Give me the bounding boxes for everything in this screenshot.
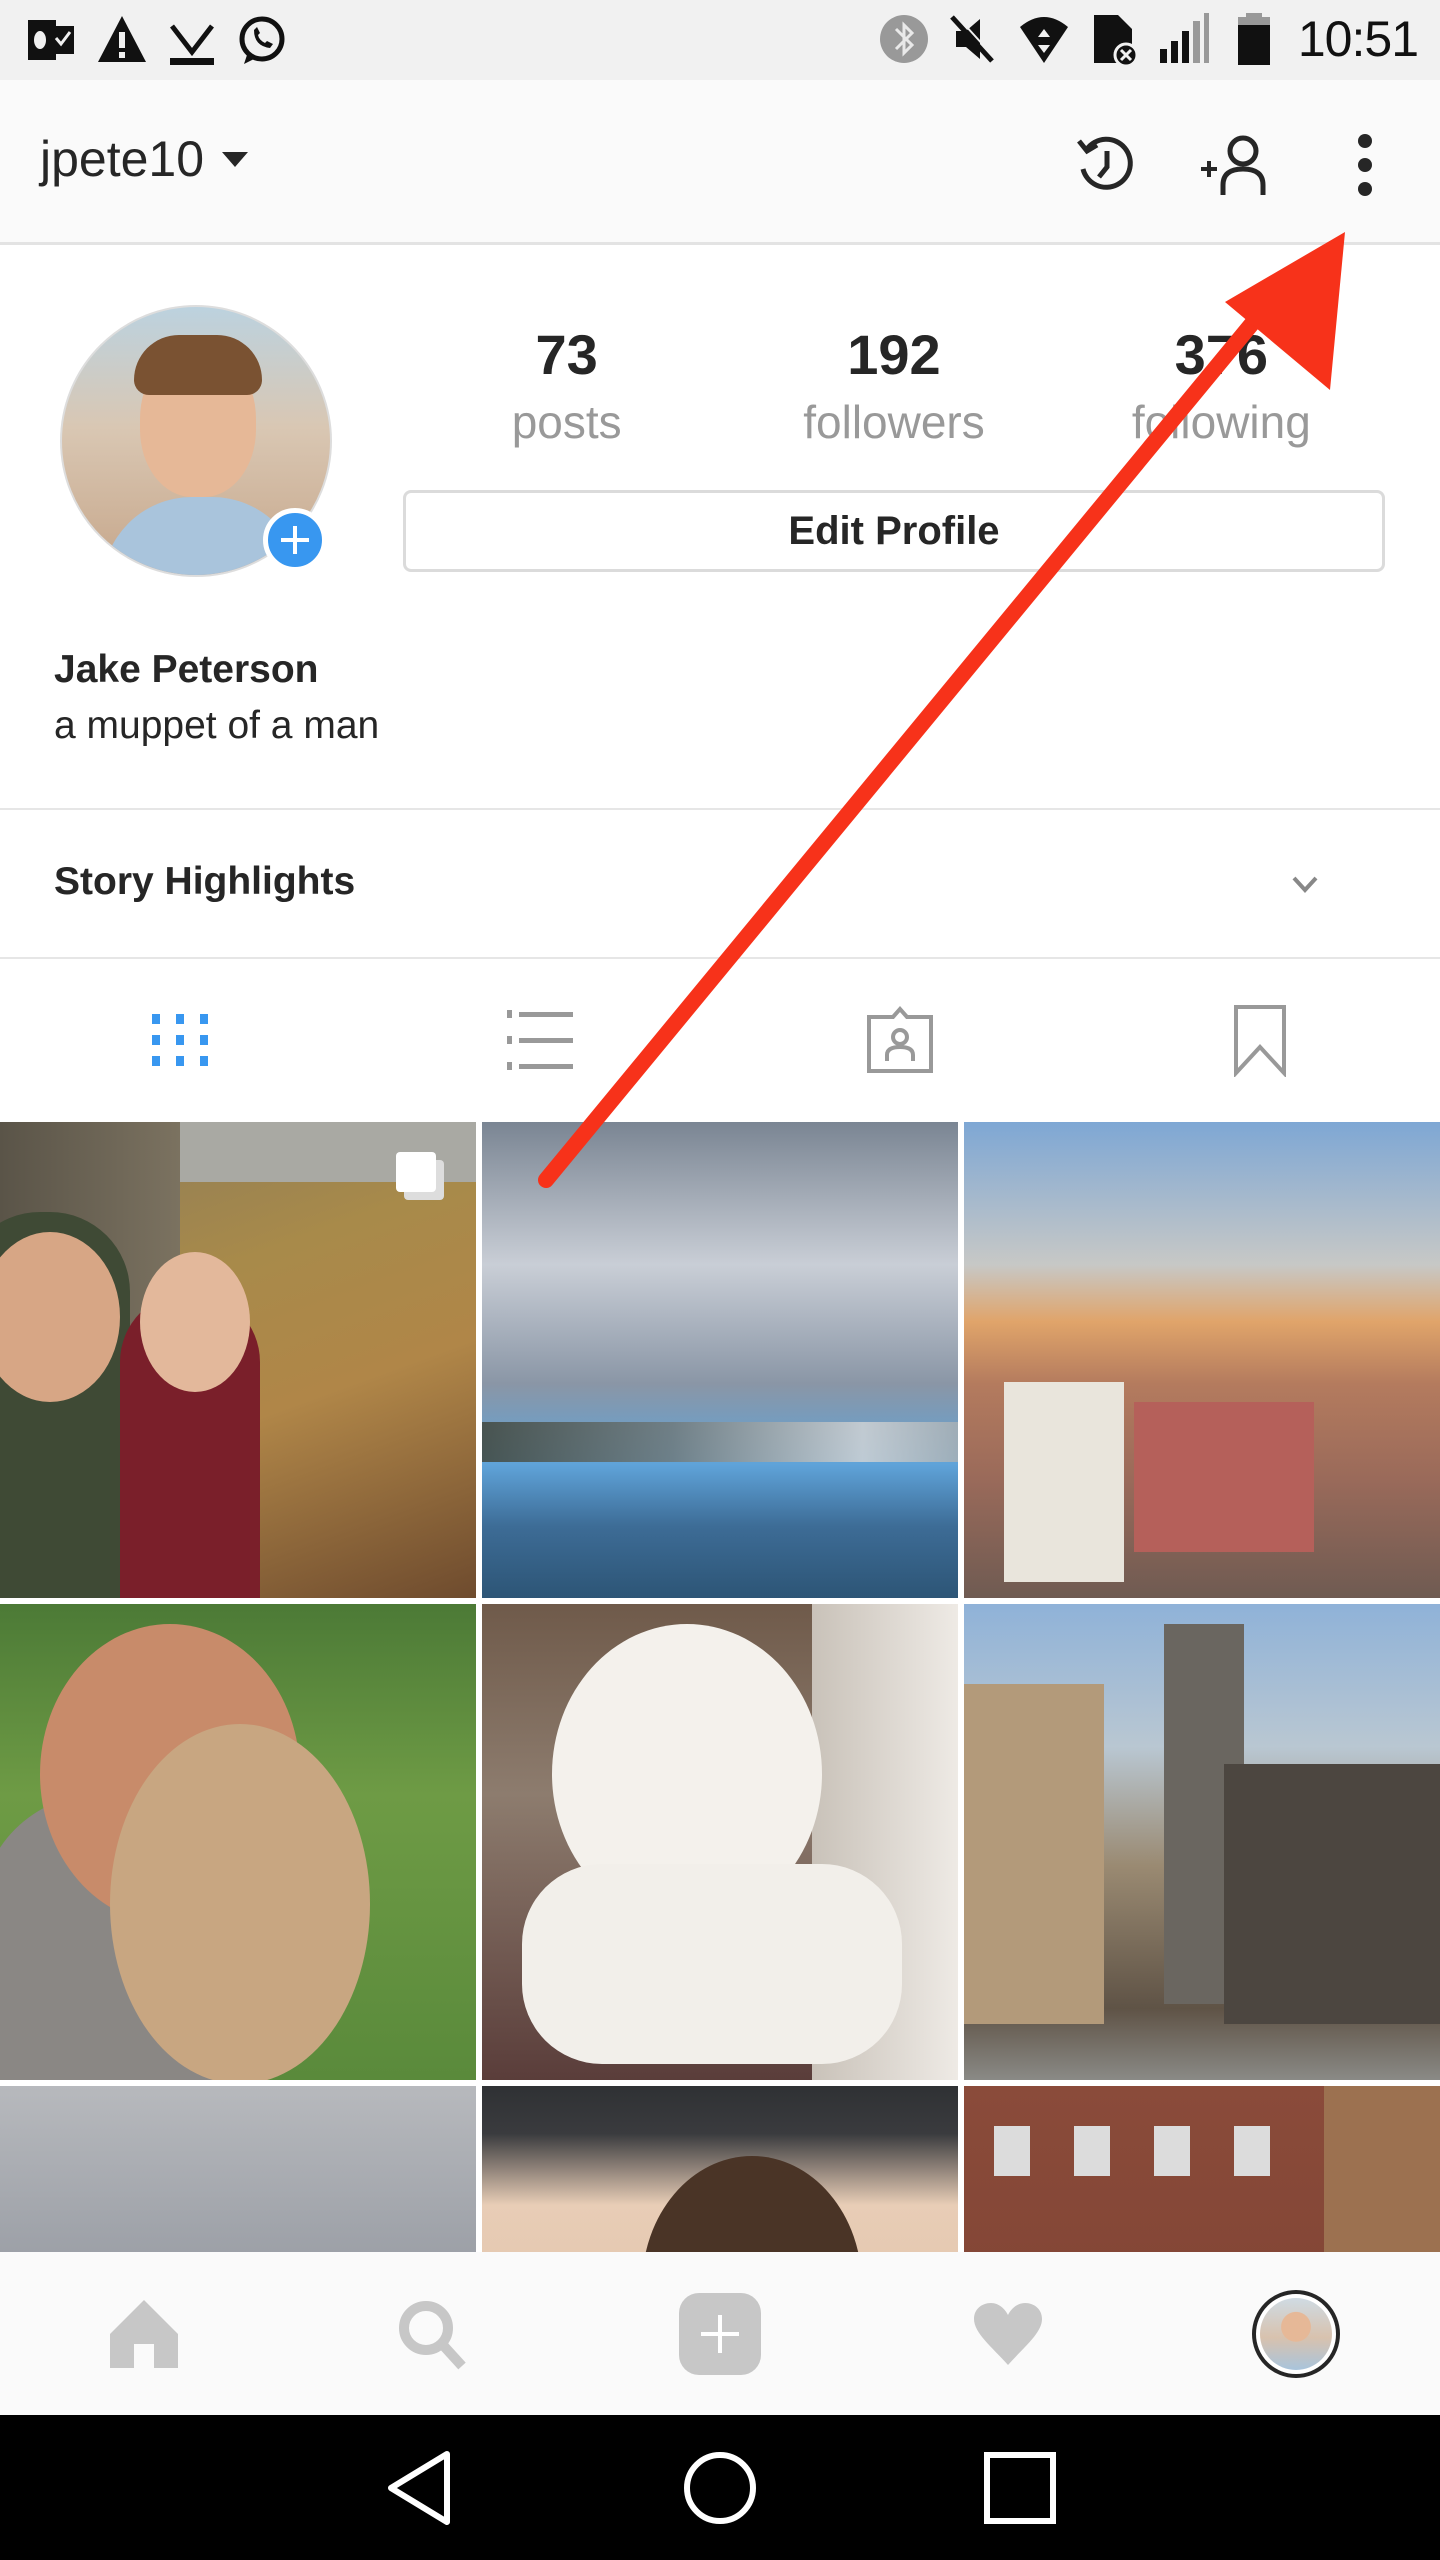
tab-grid[interactable] xyxy=(0,960,360,1120)
post-thumbnail[interactable] xyxy=(964,2086,1440,2252)
battery-icon xyxy=(1237,13,1270,65)
following-stat[interactable]: 376 following xyxy=(1058,320,1385,454)
warning-icon xyxy=(98,16,146,62)
tab-saved[interactable] xyxy=(1080,960,1440,1120)
caret-down-icon xyxy=(222,151,249,167)
following-count: 376 xyxy=(1174,323,1269,386)
bio: a muppet of a man xyxy=(54,704,380,747)
mute-icon xyxy=(950,13,996,63)
bottom-navigation xyxy=(0,2252,1440,2415)
profile-stats: 73 posts 192 followers 376 following xyxy=(403,320,1385,454)
no-sim-icon xyxy=(1093,15,1139,67)
more-vertical-icon xyxy=(1358,134,1372,196)
post-thumbnail[interactable] xyxy=(964,1604,1440,2080)
post-thumbnail[interactable] xyxy=(482,2086,958,2252)
app-header: jpete10 xyxy=(0,80,1440,245)
posts-count: 73 xyxy=(535,323,598,386)
signal-icon xyxy=(1159,13,1209,63)
tab-tagged[interactable] xyxy=(720,960,1080,1120)
system-navigation-bar xyxy=(0,2415,1440,2560)
profile-tabs xyxy=(0,960,1440,1120)
add-post-icon xyxy=(679,2292,761,2375)
outlook-icon xyxy=(28,20,74,60)
followers-count: 192 xyxy=(847,323,941,386)
post-thumbnail[interactable] xyxy=(482,1122,958,1598)
post-thumbnail[interactable] xyxy=(482,1604,958,2080)
status-bar: 10:51 xyxy=(0,0,1440,80)
nav-new-post[interactable] xyxy=(576,2252,864,2415)
post-thumbnail[interactable] xyxy=(0,1604,476,2080)
story-highlights-toggle[interactable]: Story Highlights xyxy=(0,810,1440,957)
following-label: following xyxy=(1131,396,1311,448)
recents-button[interactable] xyxy=(975,2443,1065,2533)
post-thumbnail[interactable] xyxy=(0,2086,476,2252)
recents-square-icon xyxy=(984,2451,1056,2524)
back-button[interactable] xyxy=(375,2443,465,2533)
nav-search[interactable] xyxy=(288,2252,576,2415)
grid-icon xyxy=(152,1014,208,1066)
tagged-icon xyxy=(867,1005,933,1073)
profile-avatar-small xyxy=(1252,2289,1340,2378)
account-switcher[interactable]: jpete10 xyxy=(40,130,249,188)
divider xyxy=(0,957,1440,959)
bluetooth-icon xyxy=(879,15,928,63)
home-circle-icon xyxy=(684,2451,756,2524)
posts-label: posts xyxy=(511,396,622,448)
home-icon xyxy=(110,2299,178,2368)
tab-list[interactable] xyxy=(360,960,720,1120)
bookmark-icon xyxy=(1234,1005,1286,1077)
home-button[interactable] xyxy=(675,2443,765,2533)
search-icon xyxy=(399,2300,466,2369)
post-thumbnail[interactable] xyxy=(964,1122,1440,1598)
nav-home[interactable] xyxy=(0,2252,288,2415)
status-time: 10:51 xyxy=(1297,11,1419,67)
story-highlights-label: Story Highlights xyxy=(54,860,356,903)
nav-profile[interactable] xyxy=(1152,2252,1440,2415)
discover-people-button[interactable] xyxy=(1180,120,1290,210)
photo-grid xyxy=(0,1122,1440,2252)
download-done-icon xyxy=(170,24,214,65)
full-name: Jake Peterson xyxy=(54,648,319,691)
followers-label: followers xyxy=(803,396,985,448)
username: jpete10 xyxy=(40,131,205,187)
nav-activity[interactable] xyxy=(864,2252,1152,2415)
list-icon xyxy=(507,1010,573,1070)
multiple-photos-icon xyxy=(396,1152,444,1200)
chevron-down-icon xyxy=(1292,876,1318,893)
plus-icon xyxy=(281,526,309,554)
activity-heart-icon xyxy=(974,2302,1042,2365)
followers-stat[interactable]: 192 followers xyxy=(730,320,1057,454)
history-icon xyxy=(1077,136,1133,190)
posts-stat[interactable]: 73 posts xyxy=(403,320,730,454)
whatsapp-icon xyxy=(239,16,285,64)
back-triangle-icon xyxy=(388,2450,450,2525)
add-person-icon xyxy=(1201,135,1266,195)
add-story-button[interactable] xyxy=(263,508,327,572)
archive-history-button[interactable] xyxy=(1050,120,1160,210)
post-thumbnail[interactable] xyxy=(0,1122,476,1598)
options-menu-button[interactable] xyxy=(1310,120,1420,210)
edit-profile-button[interactable]: Edit Profile xyxy=(403,490,1385,572)
wifi-icon xyxy=(1019,17,1068,63)
